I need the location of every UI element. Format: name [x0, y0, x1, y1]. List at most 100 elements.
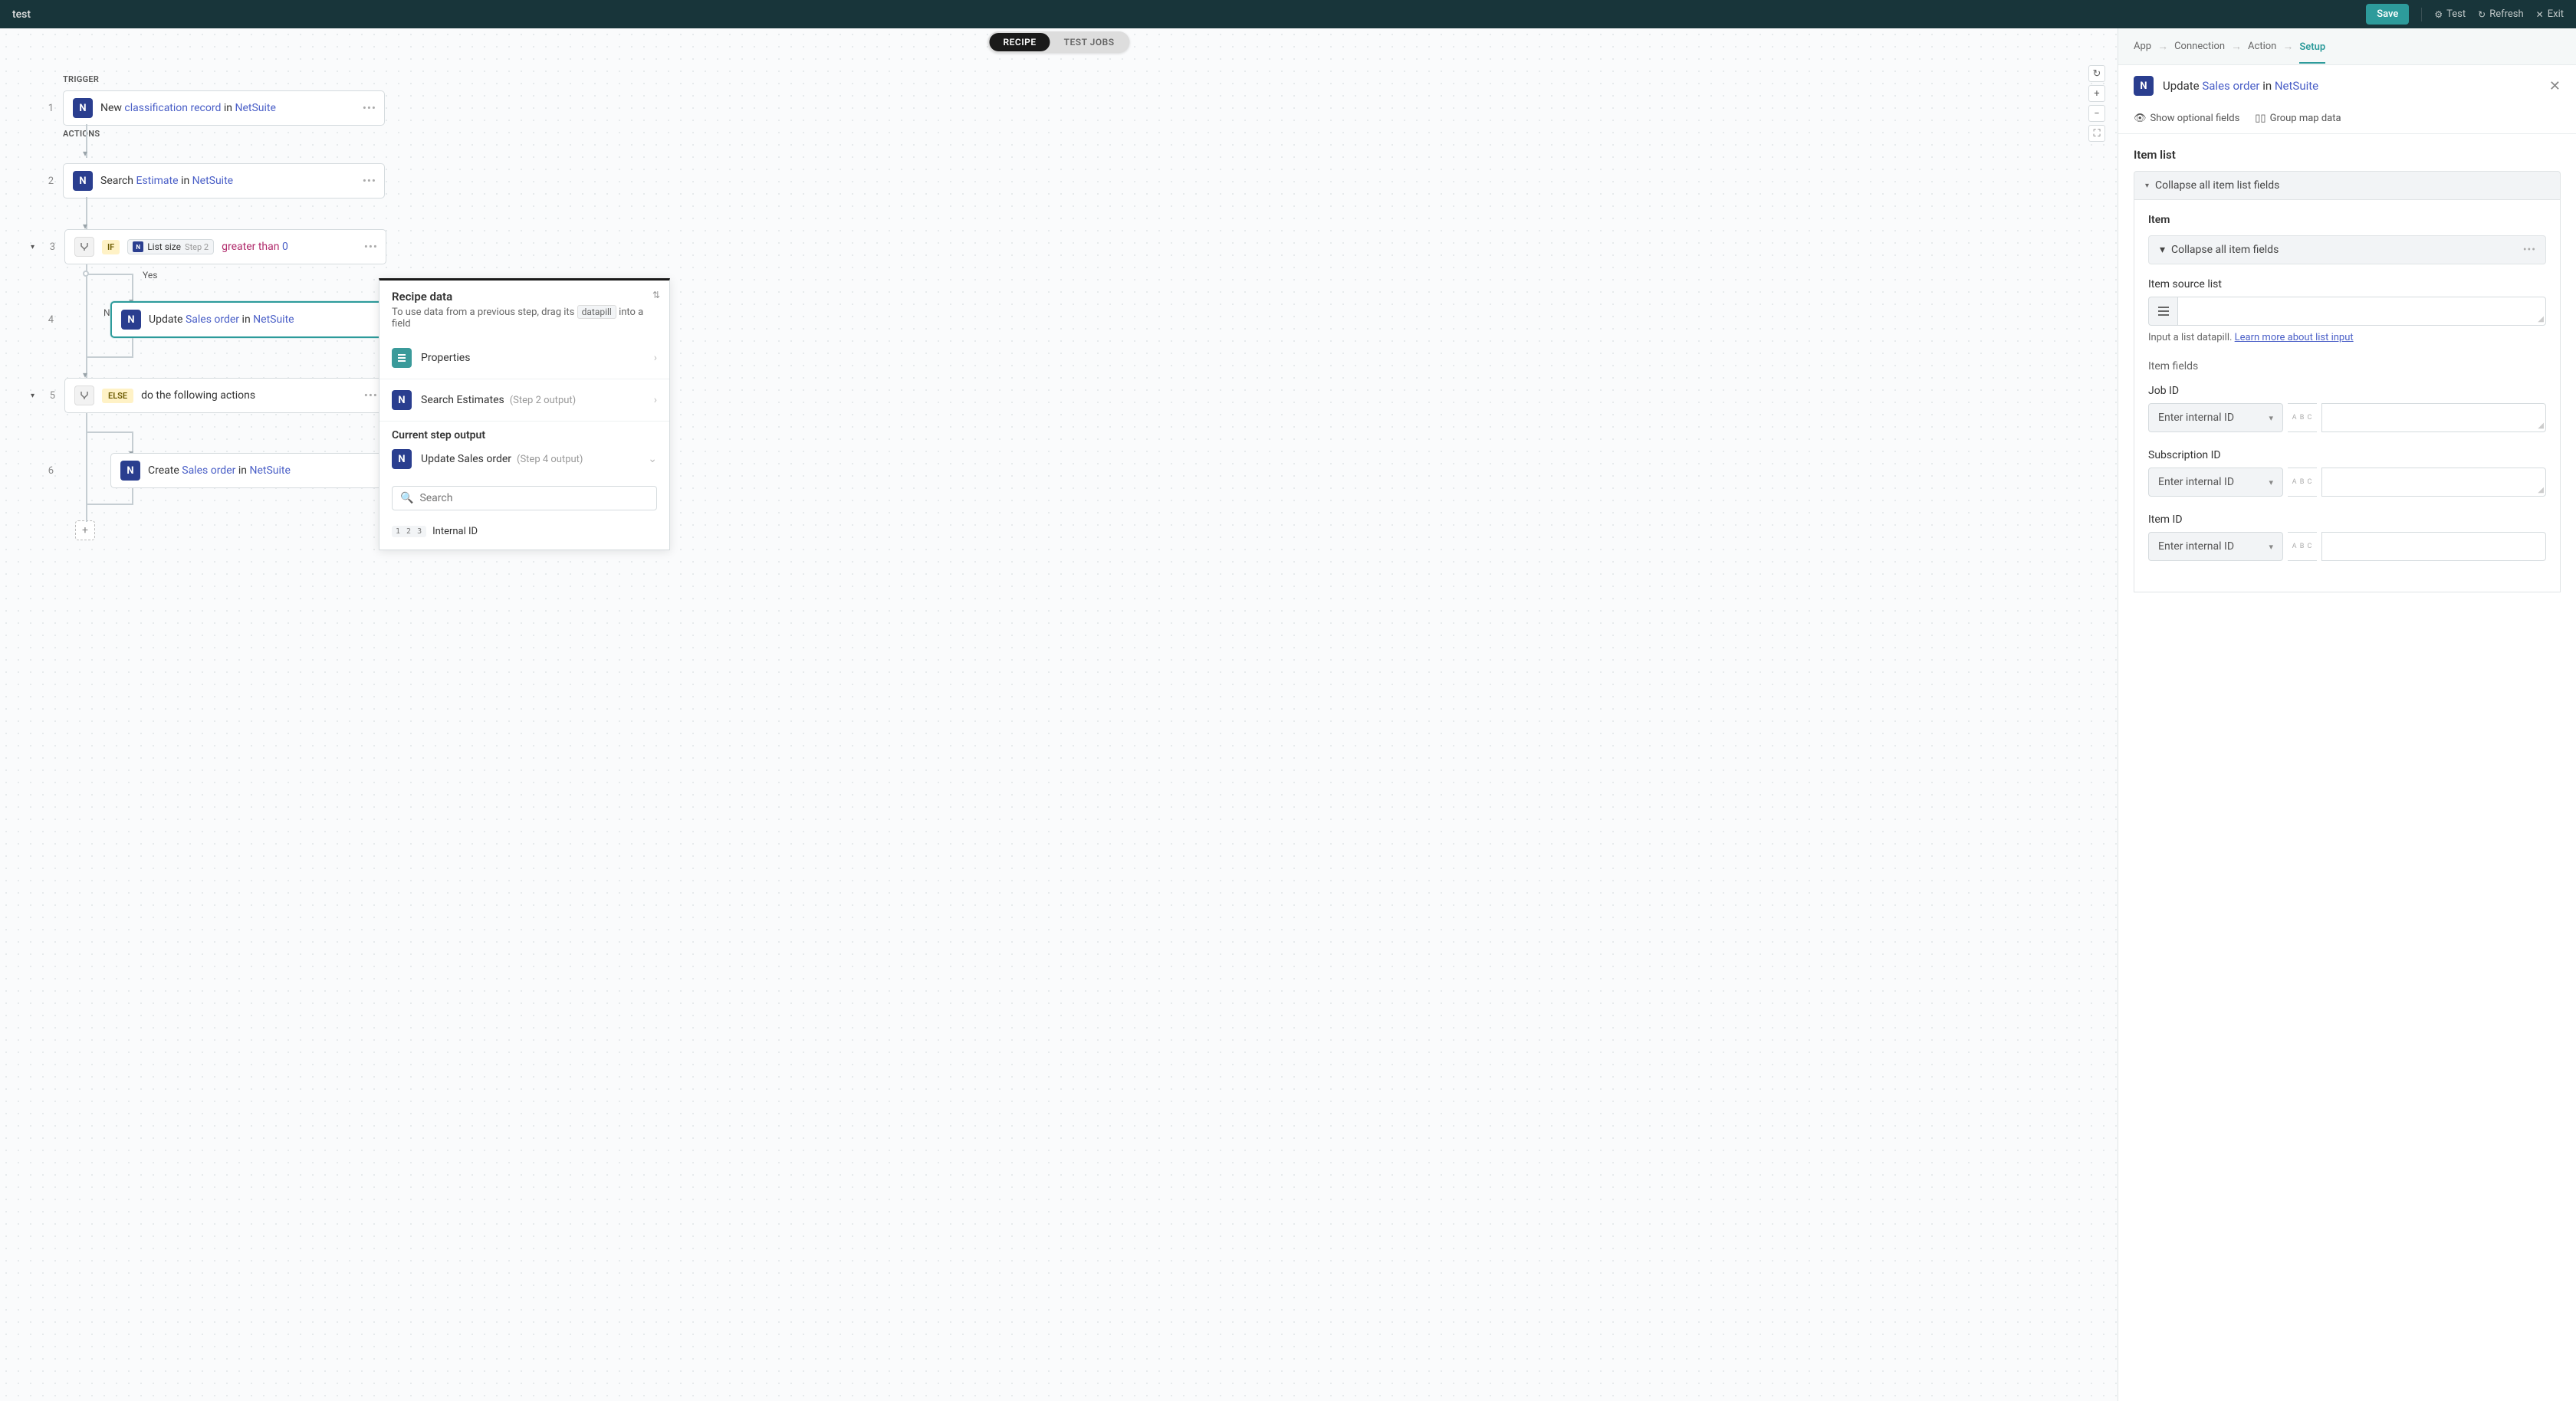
item-source-hint: Input a list datapill. Learn more about …	[2148, 332, 2546, 343]
collapse-panel-button[interactable]: ⇅	[652, 290, 660, 300]
tab-test-jobs[interactable]: TEST JOBS	[1050, 33, 1129, 51]
step-text: New classification record in NetSuite	[100, 102, 375, 114]
datapill-label: Internal ID	[432, 526, 478, 537]
collapse-item-fields-button[interactable]: ▾Collapse all item fields•••	[2148, 235, 2546, 264]
step-create-salesorder[interactable]: N Create Sales order in NetSuite	[110, 453, 385, 488]
connector: ▾	[86, 199, 87, 229]
condition-icon	[74, 237, 94, 257]
list-icon	[2148, 297, 2177, 326]
step-else[interactable]: ELSE do the following actions •••	[64, 378, 386, 413]
canvas[interactable]: RECIPE TEST JOBS ↻ + − ⛶ TRIGGER 1 N New…	[0, 28, 2118, 1401]
search-input[interactable]	[419, 492, 649, 504]
netsuite-icon: N	[392, 449, 412, 469]
properties-icon	[392, 348, 412, 368]
datapill-search[interactable]: 🔍	[392, 486, 657, 510]
step-number: 1	[31, 103, 54, 114]
step-text: greater than 0	[222, 241, 376, 253]
learn-more-link[interactable]: Learn more about list input	[2235, 332, 2354, 343]
netsuite-icon: N	[121, 310, 141, 330]
netsuite-icon: N	[73, 98, 93, 118]
step-menu-button[interactable]: •••	[363, 101, 376, 115]
search-icon: 🔍	[400, 492, 413, 504]
step-update-salesorder[interactable]: N Update Sales order in NetSuite	[110, 301, 385, 338]
connector: ▾	[86, 126, 87, 156]
job-id-input[interactable]: ◢	[2321, 403, 2546, 432]
chevron-right-icon: ›	[654, 394, 657, 406]
chevron-down-icon: ⌄	[648, 453, 657, 465]
job-id-select[interactable]: Enter internal ID▾	[2148, 403, 2283, 432]
step-number: 5	[32, 390, 55, 402]
setup-panel: App → Connection → Action → Setup N Upda…	[2118, 28, 2576, 1401]
recipe-data-update-salesorder[interactable]: N Update Sales order (Step 4 output) ⌄	[380, 446, 669, 480]
step-text: do the following actions	[141, 389, 376, 402]
refresh-icon: ↻	[2478, 9, 2486, 20]
show-optional-fields-button[interactable]: 👁Show optional fields	[2134, 113, 2239, 124]
test-label: Test	[2446, 8, 2466, 20]
type-badge: A B C	[2288, 468, 2317, 497]
reset-view-button[interactable]: ↻	[2088, 65, 2105, 82]
map-icon: ▯▯	[2255, 113, 2266, 124]
type-badge: 1 2 3	[392, 526, 426, 537]
step-text: Create Sales order in NetSuite	[148, 464, 375, 477]
close-panel-button[interactable]: ✕	[2549, 78, 2561, 94]
setup-tabs: App → Connection → Action → Setup	[2118, 28, 2576, 65]
add-step-button[interactable]: +	[75, 520, 95, 540]
datapill-listsize[interactable]: NList sizeStep 2	[127, 239, 214, 254]
step-number: 2	[31, 176, 54, 187]
arrow-icon: →	[2231, 40, 2242, 53]
tab-connection[interactable]: Connection	[2174, 39, 2225, 54]
collapse-item-list-button[interactable]: ▾Collapse all item list fields	[2134, 171, 2561, 200]
chevron-down-icon: ▾	[2160, 244, 2165, 256]
netsuite-icon: N	[73, 171, 93, 191]
item-id-input[interactable]	[2321, 532, 2546, 561]
step-number: 4	[31, 314, 54, 326]
subscription-id-input[interactable]: ◢	[2321, 468, 2546, 497]
step-trigger[interactable]: N New classification record in NetSuite …	[63, 90, 385, 126]
datapill-internal-id[interactable]: 1 2 3 Internal ID	[380, 521, 669, 550]
test-button[interactable]: ⚙Test	[2434, 8, 2466, 20]
group-map-data-button[interactable]: ▯▯Group map data	[2255, 113, 2341, 124]
tab-app[interactable]: App	[2134, 39, 2151, 54]
chevron-down-icon: ▾	[2269, 542, 2273, 552]
refresh-label: Refresh	[2489, 8, 2523, 20]
netsuite-icon: N	[2134, 76, 2154, 96]
step-number: 6	[31, 465, 54, 477]
exit-button[interactable]: ✕Exit	[2536, 8, 2564, 20]
fit-view-button[interactable]: ⛶	[2088, 125, 2105, 142]
condition-icon	[74, 386, 94, 405]
mode-tabs: RECIPE TEST JOBS	[987, 31, 1129, 53]
step-search-estimate[interactable]: N Search Estimate in NetSuite •••	[63, 163, 385, 199]
item-title: Item	[2148, 214, 2546, 226]
netsuite-icon: N	[392, 390, 412, 410]
separator	[2421, 8, 2422, 21]
tab-setup[interactable]: Setup	[2299, 40, 2325, 64]
chevron-right-icon: ›	[654, 352, 657, 364]
item-id-label: Item ID	[2148, 513, 2546, 526]
item-source-list-input[interactable]: ◢	[2177, 297, 2546, 326]
item-label: Search Estimates (Step 2 output)	[421, 394, 645, 406]
item-menu-button[interactable]: •••	[2523, 244, 2536, 256]
save-button[interactable]: Save	[2366, 4, 2409, 25]
zoom-in-button[interactable]: +	[2088, 85, 2105, 102]
step-menu-button[interactable]: •••	[364, 240, 378, 254]
step-if-condition[interactable]: IF NList sizeStep 2 greater than 0 •••	[64, 229, 386, 264]
panel-toolbar: 👁Show optional fields ▯▯Group map data	[2118, 107, 2576, 134]
step-menu-button[interactable]: •••	[364, 389, 378, 402]
tab-recipe[interactable]: RECIPE	[989, 33, 1050, 51]
type-badge: A B C	[2288, 532, 2317, 561]
tab-action[interactable]: Action	[2248, 39, 2276, 54]
recipe-data-search-estimates[interactable]: N Search Estimates (Step 2 output) ›	[380, 379, 669, 422]
chevron-down-icon: ▾	[2269, 477, 2273, 487]
item-label: Update Sales order (Step 4 output)	[421, 453, 639, 465]
item-fields-label: Item fields	[2148, 360, 2546, 372]
refresh-button[interactable]: ↻Refresh	[2478, 8, 2524, 20]
recipe-data-properties[interactable]: Properties ›	[380, 337, 669, 379]
zoom-out-button[interactable]: −	[2088, 105, 2105, 122]
step-menu-button[interactable]: •••	[363, 174, 376, 188]
if-badge: IF	[102, 240, 120, 254]
gear-icon: ⚙	[2434, 9, 2443, 20]
current-step-label: Current step output	[380, 422, 669, 446]
item-id-select[interactable]: Enter internal ID▾	[2148, 532, 2283, 561]
subscription-id-select[interactable]: Enter internal ID▾	[2148, 468, 2283, 497]
canvas-tools: ↻ + − ⛶	[2088, 65, 2105, 142]
